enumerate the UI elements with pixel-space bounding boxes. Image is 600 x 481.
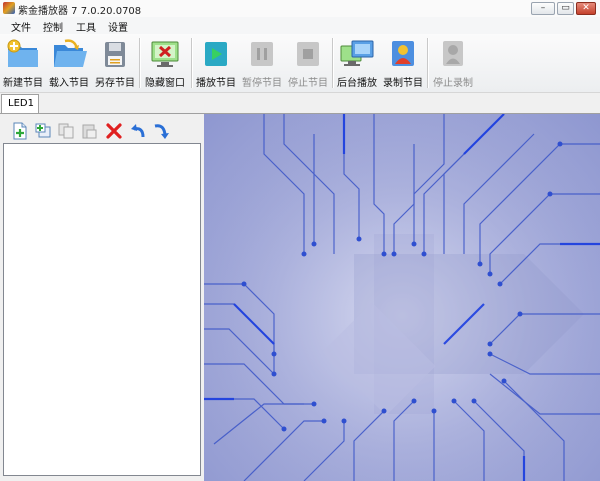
window-title: 紫金播放器 7 7.0.20.0708 [18, 6, 142, 17]
toolbar-separator [191, 38, 193, 88]
copy-icon[interactable] [57, 122, 75, 140]
save-as-program-button[interactable]: 另存节目 [93, 37, 137, 91]
load-program-button[interactable]: 载入节目 [47, 37, 91, 91]
maximize-button[interactable]: ▭ [557, 2, 574, 15]
stop-recording-button[interactable]: 停止录制 [431, 37, 475, 91]
main-toolbar: 新建节目 载入节目 另存节目 隐藏窗口 播放节目 暂停节目 停止节目 后台播放 … [0, 34, 600, 93]
program-toolbar [0, 120, 204, 142]
play-program-label: 播放节目 [196, 78, 236, 89]
menu-control[interactable]: 控制 [43, 19, 63, 34]
open-folder-icon [54, 39, 87, 67]
screen-tabbar: LED1 [0, 93, 600, 114]
stop-icon [297, 42, 319, 66]
hide-window-label: 隐藏窗口 [145, 78, 185, 89]
toolbar-separator [332, 38, 334, 88]
paste-icon[interactable] [80, 122, 98, 140]
app-logo-icon [3, 2, 15, 14]
program-panel [0, 114, 204, 481]
menu-settings[interactable]: 设置 [108, 19, 128, 34]
pause-program-button[interactable]: 暂停节目 [240, 37, 284, 91]
minimize-button[interactable]: – [531, 2, 555, 15]
add-area-icon[interactable] [34, 122, 52, 140]
save-disk-icon [105, 42, 125, 67]
hide-window-button[interactable]: 隐藏窗口 [143, 37, 187, 91]
program-list[interactable] [3, 143, 201, 476]
delete-icon[interactable] [105, 122, 123, 140]
background-play-label: 后台播放 [337, 78, 377, 89]
close-button[interactable]: ✕ [576, 2, 596, 15]
save-as-program-label: 另存节目 [95, 78, 135, 89]
record-program-label: 录制节目 [383, 78, 423, 89]
menu-file[interactable]: 文件 [11, 19, 31, 34]
hide-monitor-icon [151, 41, 179, 67]
pause-icon [251, 42, 273, 66]
new-program-label: 新建节目 [3, 78, 43, 89]
pause-program-label: 暂停节目 [242, 78, 282, 89]
add-program-icon[interactable] [11, 122, 29, 140]
menu-bar: 文件 控制 工具 设置 [0, 17, 600, 34]
menu-tools[interactable]: 工具 [76, 19, 96, 34]
circuit-board-background [204, 114, 600, 481]
stop-record-icon [443, 41, 463, 66]
dual-monitor-icon [340, 40, 374, 66]
record-user-icon [392, 41, 414, 66]
title-bar: 紫金播放器 7 7.0.20.0708 – ▭ ✕ [0, 0, 600, 18]
new-folder-icon [7, 39, 38, 67]
move-down-icon[interactable] [151, 122, 169, 140]
new-program-button[interactable]: 新建节目 [1, 37, 45, 91]
play-icon [205, 42, 227, 66]
play-program-button[interactable]: 播放节目 [194, 37, 238, 91]
load-program-label: 载入节目 [49, 78, 89, 89]
record-program-button[interactable]: 录制节目 [381, 37, 425, 91]
move-up-icon[interactable] [129, 122, 147, 140]
toolbar-separator [139, 38, 141, 88]
tab-led1[interactable]: LED1 [1, 94, 39, 113]
preview-area [204, 114, 600, 481]
toolbar-separator [427, 38, 429, 88]
stop-program-label: 停止节目 [288, 78, 328, 89]
stop-program-button[interactable]: 停止节目 [286, 37, 330, 91]
stop-recording-label: 停止录制 [433, 78, 473, 89]
background-play-button[interactable]: 后台播放 [335, 37, 379, 91]
